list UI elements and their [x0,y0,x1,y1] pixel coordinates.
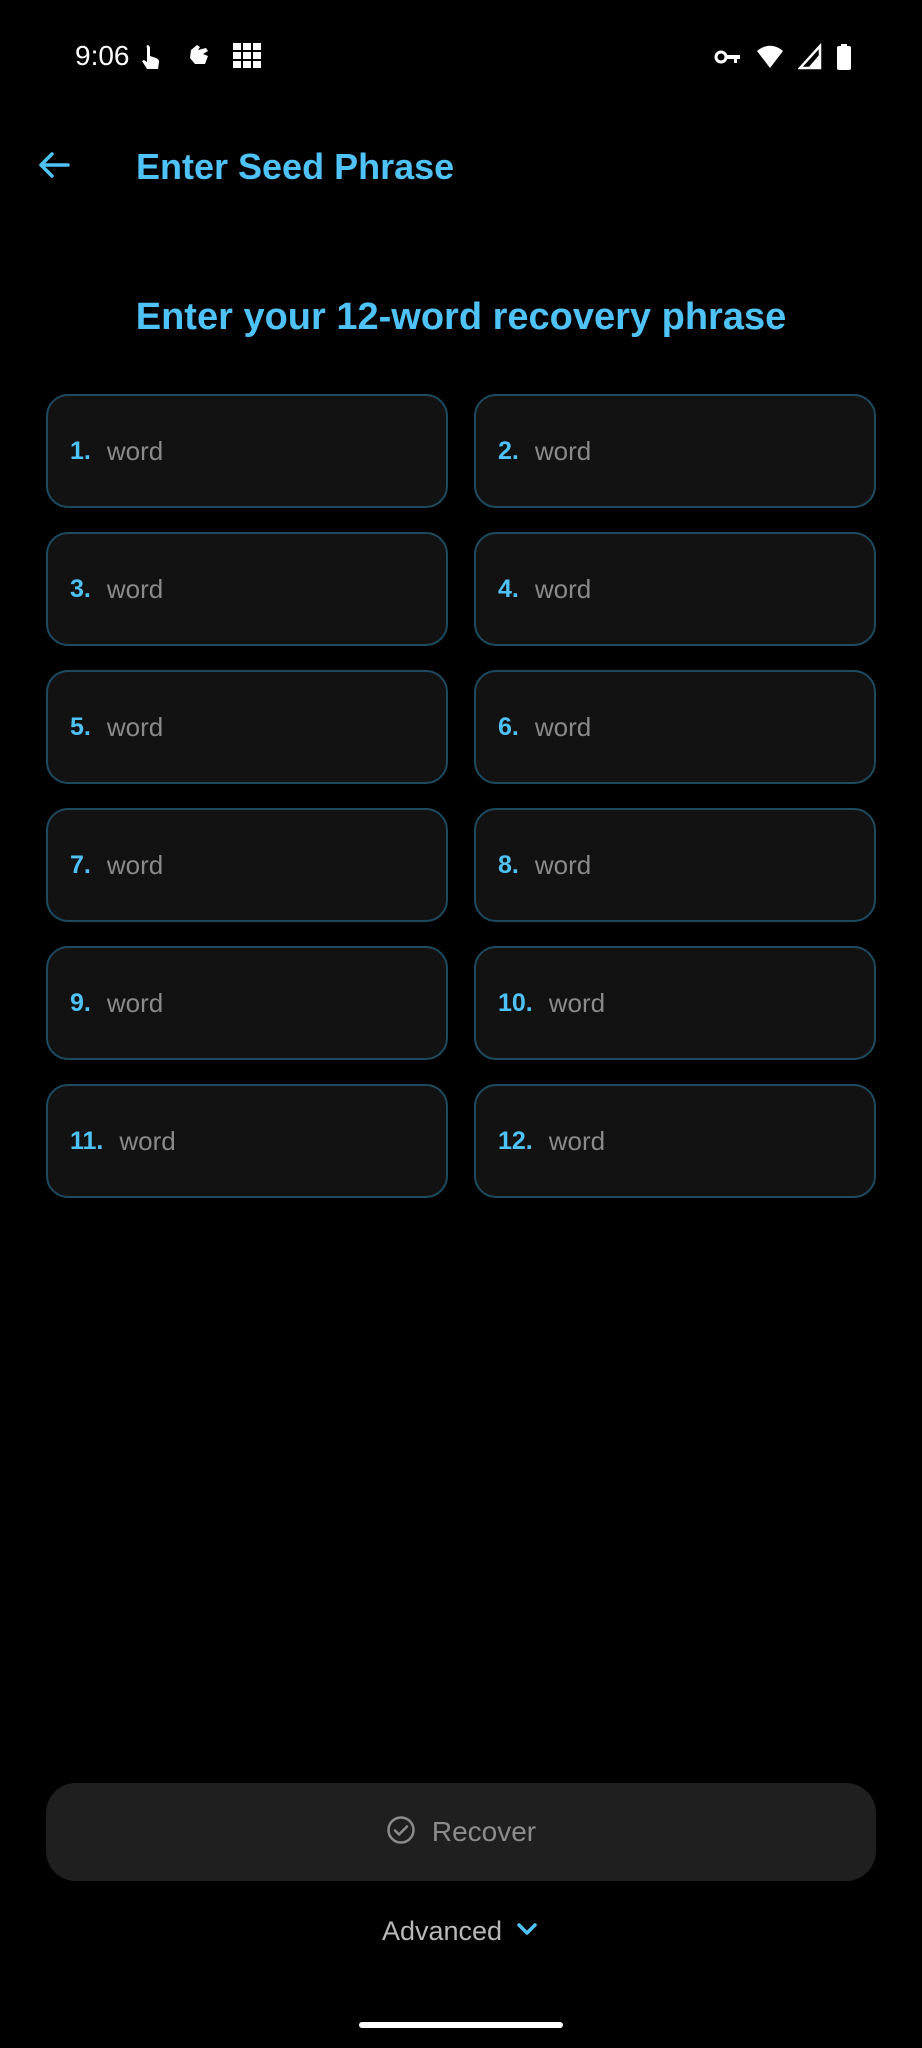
word-number: 1. [70,436,91,465]
check-circle-icon [386,1815,416,1850]
seed-word-field-4[interactable]: 4. [474,532,876,646]
status-icons-left [140,42,261,72]
chevron-down-icon [514,1916,540,1947]
back-button[interactable] [28,141,80,193]
word-number: 8. [498,850,519,879]
word-number: 9. [70,988,91,1017]
seed-word-input-5[interactable] [106,711,367,743]
word-number: 10. [498,988,533,1017]
word-number: 4. [498,574,519,603]
page-title: Enter Seed Phrase [136,146,455,187]
arrow-left-icon [36,147,72,188]
seed-word-grid: 1. 2. 3. 4. 5. 6. 7. 8. 9. 10. 11. [46,394,876,1198]
seed-word-input-9[interactable] [106,987,367,1019]
seed-word-input-7[interactable] [106,849,367,881]
seed-word-field-2[interactable]: 2. [474,394,876,508]
status-time: 9:06 [75,40,130,71]
home-indicator[interactable] [359,2022,563,2028]
word-number: 11. [70,1126,104,1155]
seed-word-input-4[interactable] [534,573,795,605]
seed-word-input-11[interactable] [119,1125,380,1157]
seed-word-input-10[interactable] [548,987,809,1019]
seed-word-field-1[interactable]: 1. [46,394,448,508]
advanced-toggle[interactable]: Advanced [0,1916,922,1947]
word-number: 12. [498,1126,533,1155]
seed-word-input-2[interactable] [534,435,795,467]
seed-word-field-8[interactable]: 8. [474,808,876,922]
seed-word-field-6[interactable]: 6. [474,670,876,784]
seed-word-input-1[interactable] [106,435,367,467]
recover-button[interactable]: Recover [46,1783,876,1881]
signal-icon [797,42,822,72]
seed-word-input-12[interactable] [548,1125,809,1157]
seed-word-input-8[interactable] [534,849,795,881]
seed-word-field-10[interactable]: 10. [474,946,876,1060]
seed-word-field-9[interactable]: 9. [46,946,448,1060]
seed-word-input-3[interactable] [106,573,367,605]
hand-icon [186,42,214,72]
seed-word-field-7[interactable]: 7. [46,808,448,922]
status-bar: 9:06 [0,0,922,116]
app-bar: Enter Seed Phrase [0,116,922,216]
status-icons-right [714,42,852,72]
seed-word-field-12[interactable]: 12. [474,1084,876,1198]
seed-word-field-11[interactable]: 11. [46,1084,448,1198]
advanced-label: Advanced [381,1916,503,1946]
word-number: 2. [498,436,519,465]
vpn-key-icon [714,42,742,72]
seed-word-field-5[interactable]: 5. [46,670,448,784]
wifi-icon [756,42,784,72]
battery-icon [836,42,852,72]
word-number: 3. [70,574,91,603]
word-number: 5. [70,712,91,741]
touch-icon [140,42,168,72]
grid-icon [232,42,261,72]
word-number: 6. [498,712,519,741]
word-number: 7. [70,850,91,879]
recover-button-label: Recover [431,1816,537,1847]
seed-word-field-3[interactable]: 3. [46,532,448,646]
seed-word-input-6[interactable] [534,711,795,743]
recovery-heading: Enter your 12-word recovery phrase [135,296,787,338]
